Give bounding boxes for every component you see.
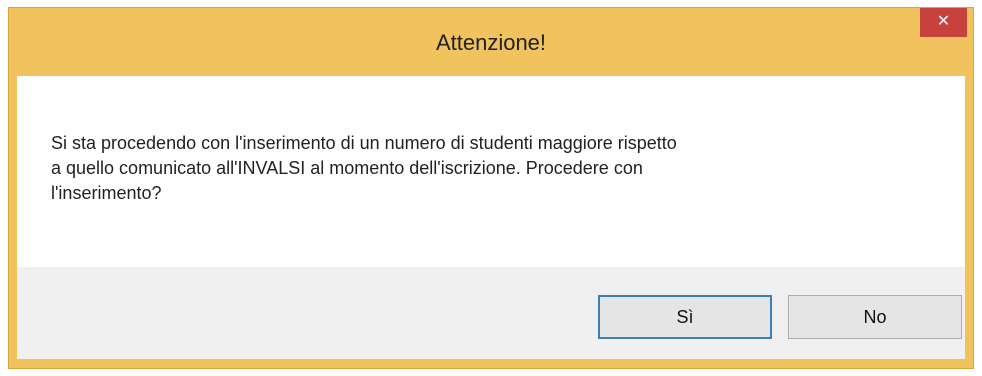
dialog-title: Attenzione! <box>435 30 547 55</box>
dialog-window: Attenzione! ✕ Si sta procedendo con l'in… <box>8 7 974 369</box>
message-line: l'inserimento? <box>51 183 162 203</box>
button-bar: Sì No <box>17 267 965 359</box>
message-line: Si sta procedendo con l'inserimento di u… <box>51 133 677 153</box>
screen: Attenzione! ✕ Si sta procedendo con l'in… <box>0 0 982 376</box>
close-button[interactable]: ✕ <box>920 8 967 37</box>
yes-button[interactable]: Sì <box>598 295 772 339</box>
message-area: Si sta procedendo con l'inserimento di u… <box>17 76 965 267</box>
no-button[interactable]: No <box>788 295 962 339</box>
message-line: a quello comunicato all'INVALSI al momen… <box>51 158 643 178</box>
close-icon: ✕ <box>936 13 951 30</box>
dialog-message: Si sta procedendo con l'inserimento di u… <box>51 131 911 206</box>
title-bar[interactable]: Attenzione! ✕ <box>9 8 973 76</box>
